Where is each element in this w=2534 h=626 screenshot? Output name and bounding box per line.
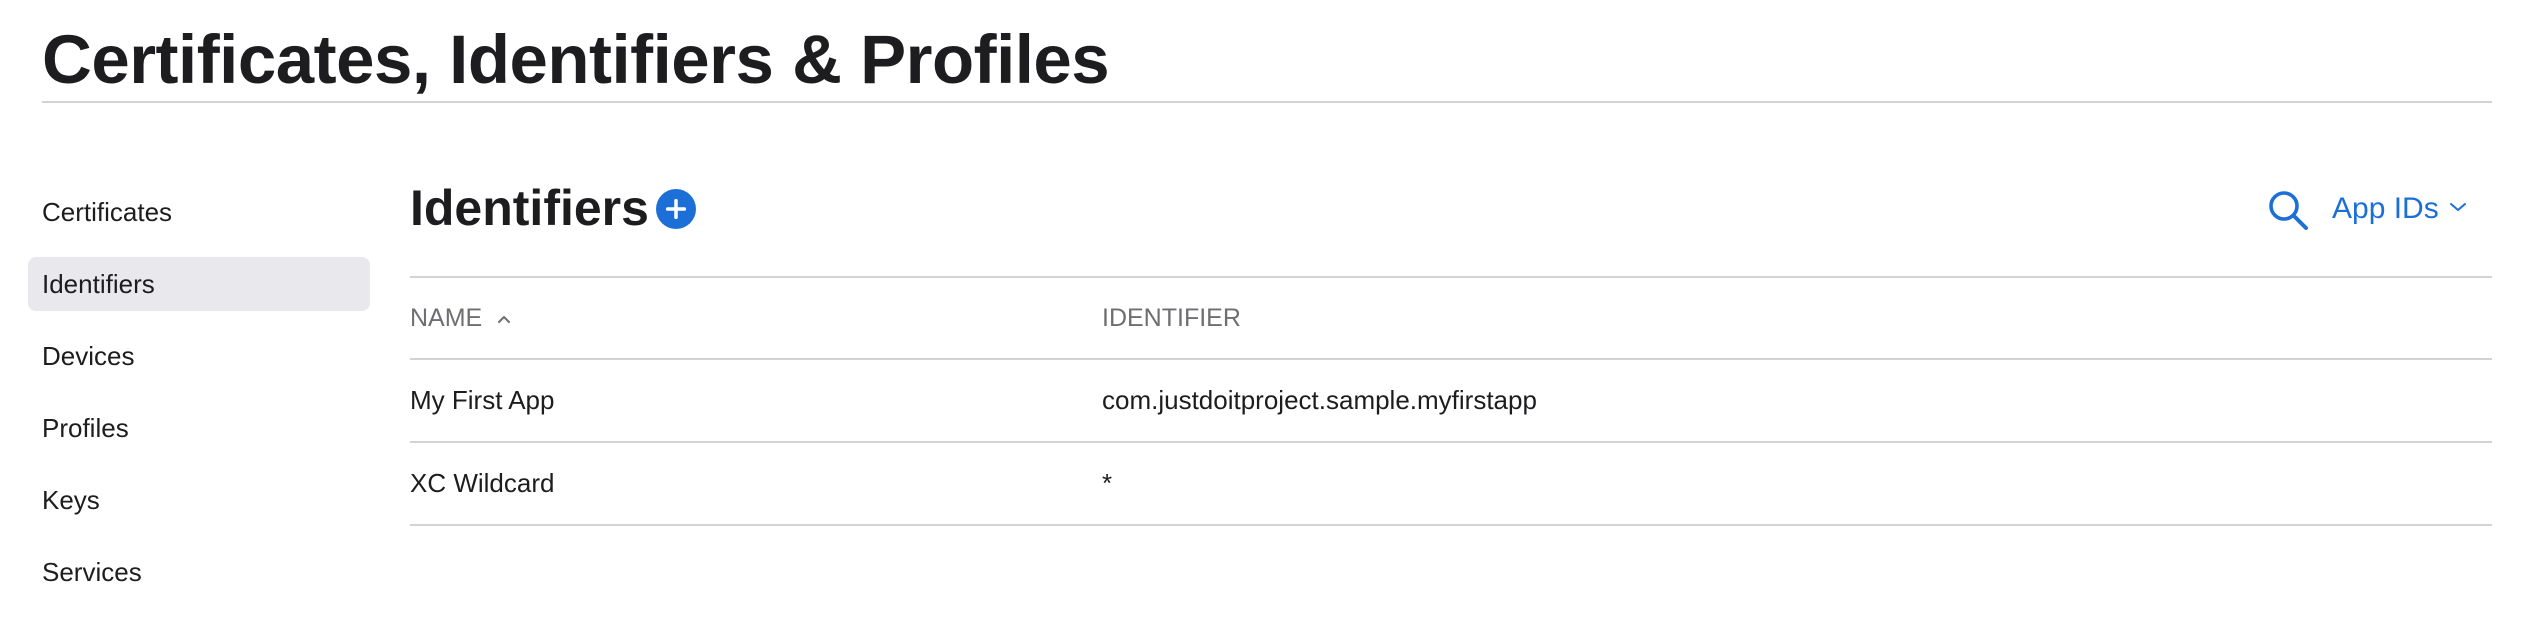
chevron-up-icon <box>497 277 511 357</box>
sidebar-item-identifiers[interactable]: Identifiers <box>28 257 370 311</box>
row-identifier: * <box>1102 468 1113 498</box>
identifier-type-dropdown[interactable]: App IDs <box>2332 184 2467 234</box>
sidebar: Certificates Identifiers Devices Profile… <box>28 185 370 617</box>
section-header: Identifiers App IDs <box>410 160 2492 278</box>
main-content: Identifiers App IDs NAME IDENTIFIER My F… <box>410 160 2492 526</box>
identifiers-table: NAME IDENTIFIER My First App com.justdoi… <box>410 278 2492 526</box>
identifier-type-selected: App IDs <box>2332 192 2439 225</box>
column-header-identifier[interactable]: IDENTIFIER <box>1102 278 1241 358</box>
row-identifier: com.justdoitproject.sample.myfirstapp <box>1102 385 1537 415</box>
add-identifier-button[interactable] <box>656 189 696 229</box>
page-header: Certificates, Identifiers & Profiles <box>42 0 2492 103</box>
sidebar-item-services[interactable]: Services <box>28 545 370 599</box>
sidebar-item-keys[interactable]: Keys <box>28 473 370 527</box>
chevron-down-icon <box>2449 200 2467 218</box>
row-name: My First App <box>410 385 555 415</box>
table-row[interactable]: XC Wildcard * <box>410 443 2492 526</box>
sidebar-item-profiles[interactable]: Profiles <box>28 401 370 455</box>
column-header-name-label: NAME <box>410 304 483 332</box>
column-header-name[interactable]: NAME <box>410 278 511 359</box>
section-title: Identifiers <box>410 180 649 236</box>
row-name: XC Wildcard <box>410 468 555 498</box>
search-button[interactable] <box>2266 188 2310 232</box>
table-header: NAME IDENTIFIER <box>410 278 2492 360</box>
sidebar-item-certificates[interactable]: Certificates <box>28 185 370 239</box>
table-row[interactable]: My First App com.justdoitproject.sample.… <box>410 360 2492 443</box>
page-title: Certificates, Identifiers & Profiles <box>42 21 1110 98</box>
sidebar-item-devices[interactable]: Devices <box>28 329 370 383</box>
plus-circle-icon <box>666 199 686 219</box>
search-icon <box>2269 191 2308 230</box>
